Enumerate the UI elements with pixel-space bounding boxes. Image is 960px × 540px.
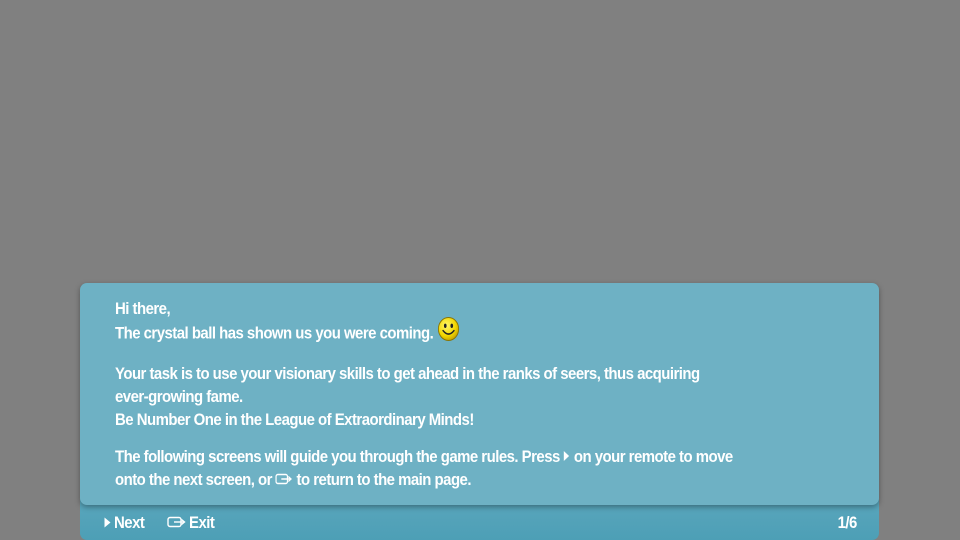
task-line-3: Be Number One in the League of Extraordi… bbox=[115, 410, 474, 429]
dialog-text: Hi there, The crystal ball has shown us … bbox=[115, 297, 828, 491]
page-indicator: 1/6 bbox=[835, 513, 858, 533]
guide-line-1: The following screens will guide you thr… bbox=[115, 445, 828, 468]
guide-text-2b: to return to the main page. bbox=[296, 470, 472, 489]
exit-icon bbox=[167, 513, 186, 533]
crystal-ball-line: The crystal ball has shown us you were c… bbox=[115, 317, 828, 348]
exit-icon bbox=[275, 468, 293, 491]
page-indicator-text: 1/6 bbox=[837, 513, 858, 532]
exit-label: Exit bbox=[189, 513, 215, 532]
crystal-ball-text: The crystal ball has shown us you were c… bbox=[115, 323, 434, 343]
guide-text-1b: on your remote to move bbox=[573, 447, 733, 466]
guide-line-2: onto the next screen, or to return to the… bbox=[115, 468, 828, 491]
guide-text-1a: The following screens will guide you thr… bbox=[115, 447, 560, 466]
intro-dialog: Hi there, The crystal ball has shown us … bbox=[80, 283, 879, 505]
task-line-1: Your task is to use your visionary skill… bbox=[115, 364, 700, 383]
greeting-paragraph: Hi there, The crystal ball has shown us … bbox=[115, 297, 828, 348]
next-button[interactable]: Next bbox=[104, 513, 148, 533]
next-label: Next bbox=[114, 513, 145, 532]
greeting-text: Hi there, bbox=[115, 299, 171, 318]
smiley-face-icon bbox=[437, 316, 460, 348]
exit-button[interactable]: Exit bbox=[167, 513, 218, 533]
guide-paragraph: The following screens will guide you thr… bbox=[115, 445, 828, 491]
play-arrow-icon bbox=[104, 513, 111, 533]
task-line-2: ever-growing fame. bbox=[115, 387, 243, 406]
task-paragraph: Your task is to use your visionary skill… bbox=[115, 362, 828, 431]
play-arrow-icon bbox=[563, 445, 570, 468]
guide-text-2a: onto the next screen, or bbox=[115, 470, 272, 489]
